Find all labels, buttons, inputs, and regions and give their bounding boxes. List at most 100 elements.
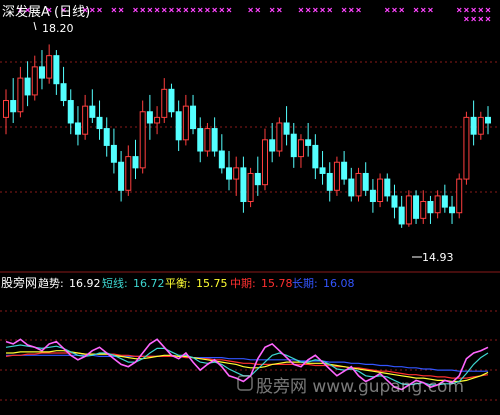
candle	[247, 167, 254, 208]
signal-marker	[471, 16, 477, 22]
legend-value: 15.78	[261, 277, 293, 290]
legend-item: 中期: 15.78	[230, 277, 293, 290]
candle	[24, 61, 31, 107]
signal-marker	[341, 7, 347, 13]
candle	[67, 89, 74, 135]
candle	[139, 100, 146, 174]
legend-label: 趋势:	[38, 277, 64, 290]
signal-marker	[456, 7, 462, 13]
candle	[38, 50, 45, 90]
candle	[161, 78, 168, 123]
watermark: 股旁网 www.gupang.com	[237, 375, 464, 397]
candle	[226, 151, 233, 191]
signal-marker	[212, 7, 218, 13]
signal-marker	[111, 7, 117, 13]
candle-body	[89, 105, 96, 118]
signal-marker	[312, 7, 318, 13]
candle	[312, 134, 319, 180]
candle-body	[139, 111, 146, 169]
legend-value: 16.08	[323, 277, 355, 290]
candle-body	[477, 116, 484, 135]
signal-marker	[399, 7, 405, 13]
candle-body	[197, 128, 204, 152]
candle-body	[456, 178, 463, 214]
candle-body	[269, 139, 276, 152]
candle	[197, 117, 204, 163]
low-annotation: 14.93	[412, 251, 454, 264]
signal-marker	[478, 16, 484, 22]
legend-label: 短线:	[102, 276, 128, 290]
candle	[269, 122, 276, 163]
candle-body	[341, 161, 348, 180]
signal-marker	[392, 7, 397, 13]
candle	[60, 66, 67, 107]
candle	[204, 122, 211, 157]
signal-marker	[463, 7, 469, 13]
candle	[456, 173, 463, 219]
candle-body	[38, 66, 45, 79]
candle	[190, 94, 197, 135]
legend-item: 平衡: 15.75	[165, 277, 228, 290]
candle-body	[17, 77, 24, 113]
signal-marker	[269, 7, 275, 13]
candle	[369, 179, 376, 213]
candle	[89, 89, 96, 123]
candle	[470, 100, 477, 146]
candle	[10, 78, 17, 123]
signal-marker	[255, 7, 261, 13]
watermark-text: 股旁网 www.gupang.com	[256, 377, 464, 397]
candle	[441, 184, 448, 213]
candle	[485, 106, 491, 135]
candle-body	[319, 167, 326, 174]
signal-marker	[154, 7, 160, 13]
candle-body	[283, 122, 290, 135]
signal-marker	[305, 7, 311, 13]
candle	[261, 128, 268, 191]
candle	[3, 89, 9, 135]
candle	[132, 139, 139, 180]
low-label: 14.93	[422, 251, 454, 264]
candle-body	[103, 128, 110, 146]
candle	[391, 184, 398, 219]
candle	[146, 94, 153, 140]
signal-marker	[140, 7, 146, 13]
legend-item: 短线: 16.72	[102, 276, 165, 290]
signal-marker	[183, 7, 189, 13]
indicator-legend: 趋势: 16.92 短线: 16.72 平衡: 15.75 中期: 15.78 长期: 16.08	[38, 276, 355, 290]
candle-body	[204, 128, 211, 152]
indicator-name: 股旁网	[1, 275, 37, 290]
candle	[74, 106, 81, 146]
candle-body	[355, 172, 362, 197]
legend-label: 中期:	[230, 277, 256, 290]
candle	[326, 162, 333, 202]
candle	[463, 111, 470, 185]
candle-body	[190, 105, 197, 130]
signal-marker	[226, 7, 232, 13]
candle	[110, 128, 117, 174]
candle-body	[362, 172, 369, 191]
candle	[427, 195, 434, 224]
candle-body	[369, 189, 376, 203]
candle	[118, 151, 125, 202]
signal-marker	[169, 7, 174, 13]
signal-marker	[147, 7, 153, 13]
candle-body	[46, 55, 53, 79]
chart-canvas: 深发展A (日线) 18.20 14.93 股旁网 趋势: 16.92 短线: 16.…	[0, 4, 500, 401]
signal-marker	[298, 7, 304, 13]
candle-body	[96, 116, 103, 130]
signal-marker	[485, 16, 491, 22]
candle-body	[74, 122, 81, 135]
candle-body	[218, 150, 225, 169]
candle	[175, 100, 182, 152]
series-line-4	[5, 352, 489, 379]
candle-body	[405, 195, 412, 225]
high-label: 18.20	[42, 22, 74, 35]
candle-body	[413, 195, 420, 219]
candle-body	[226, 167, 233, 180]
candle	[398, 195, 405, 228]
candle-body	[161, 88, 168, 118]
signal-marker	[327, 7, 333, 13]
signal-marker	[276, 7, 282, 13]
candle	[348, 167, 355, 202]
candle-body	[391, 195, 398, 208]
